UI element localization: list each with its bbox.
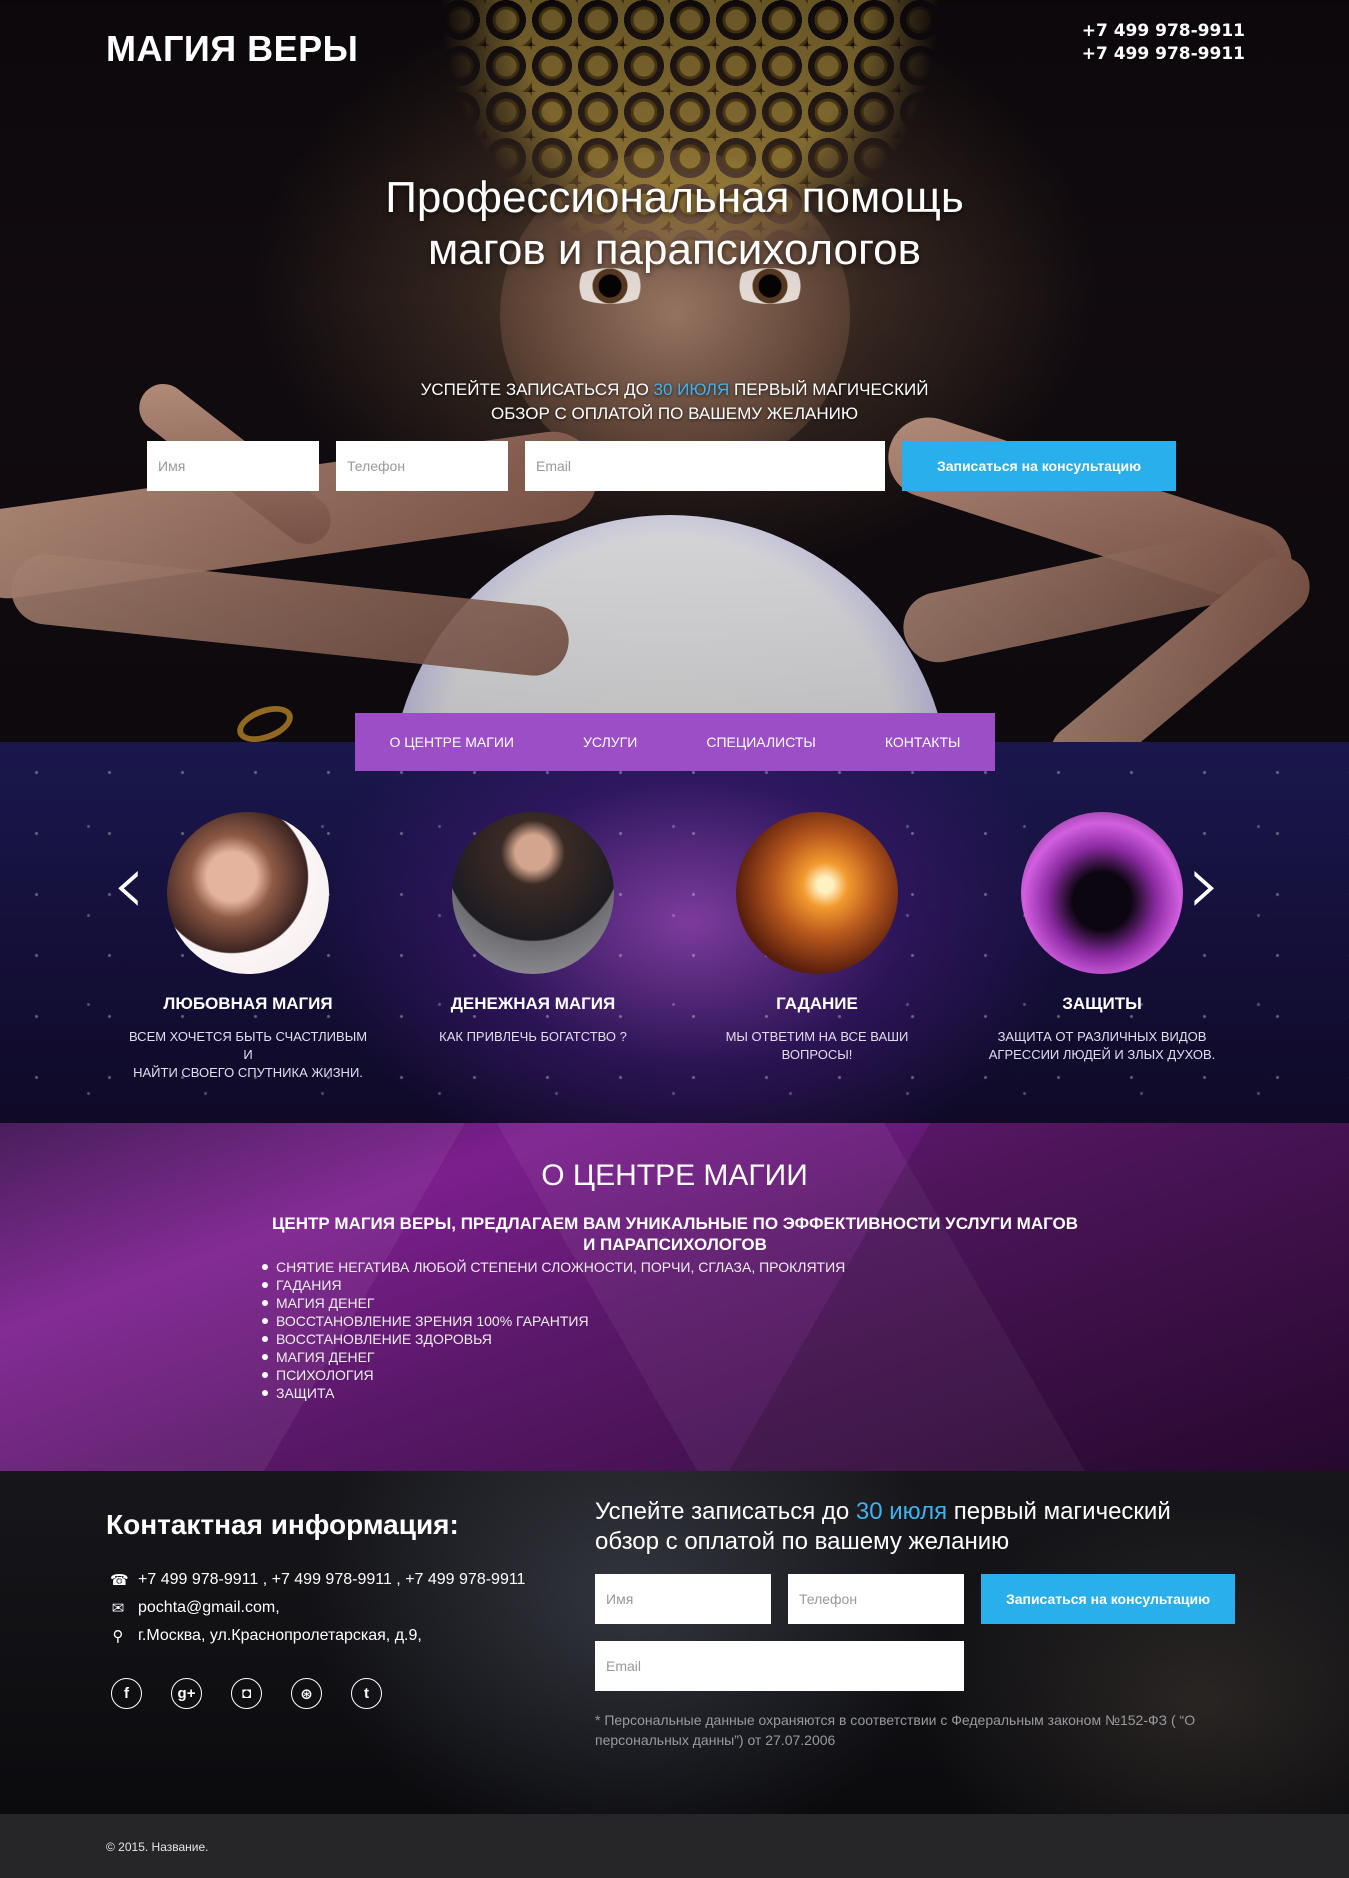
copyright: © 2015. Название. <box>106 1840 209 1854</box>
service-title: ЛЮБОВНАЯ МАГИЯ <box>163 994 333 1013</box>
header-phone-2[interactable]: +7 499 978-9911 <box>1082 43 1245 66</box>
offer-text-start: Успейте записаться до <box>420 380 654 399</box>
footer: © 2015. Название. <box>0 1814 1349 1878</box>
service-description: КАК ПРИВЛЕЧЬ БОГАТСТВО ? <box>439 1029 627 1044</box>
services-section: ‹ › ЛЮБОВНАЯ МАГИЯ ВСЕМ ХОЧЕТСЯ БЫТЬ СЧА… <box>0 742 1349 1123</box>
service-title: ДЕНЕЖНАЯ МАГИЯ <box>450 994 616 1013</box>
service-protection-image <box>1021 812 1183 974</box>
contact-title: Контактная информация: <box>106 1509 459 1540</box>
main-nav: О ЦЕНТРЕ МАГИИ УСЛУГИ СПЕЦИАЛИСТЫ КОНТАК… <box>355 713 995 771</box>
mail-icon: ✉ <box>111 1600 125 1617</box>
contact-phones: ☎ +7 499 978-9911 , +7 499 978-9911 , +7… <box>110 1571 525 1589</box>
list-item: ЗАЩИТА <box>276 1384 845 1402</box>
contact-address: ⚲ г.Москва, ул.Краснопролетарская, д.9, <box>110 1627 422 1645</box>
service-title: ГАДАНИЕ <box>776 994 858 1013</box>
list-item: СНЯТИЕ НЕГАТИВА ЛЮБОЙ СТЕПЕНИ СЛОЖНОСТИ,… <box>276 1259 846 1275</box>
hero-title-line2: магов и парапсихологов <box>428 225 921 274</box>
hero-submit-button[interactable]: Записаться на консультацию <box>902 441 1176 491</box>
phone-icon: ☎ <box>110 1572 129 1589</box>
list-item: ГАДАНИЯ <box>276 1276 845 1294</box>
list-item: МАГИЯ ДЕНЕГ <box>276 1294 845 1312</box>
service-description: ВСЕМ ХОЧЕТСЯ БЫТЬ СЧАСТЛИВЫМ И НАЙТИ СВОЕ… <box>128 1029 368 1080</box>
hero-title-line1: Профессиональная помощь <box>385 173 964 222</box>
service-card-protection[interactable]: ЗАЩИТЫ ЗАЩИТА ОТ РАЗЛИЧНЫХ ВИДОВ АГРЕССИИ… <box>977 812 1227 1064</box>
nav-item-about[interactable]: О ЦЕНТРЕ МАГИИ <box>390 734 514 750</box>
service-description: МЫ ОТВЕТИМ НА ВСЕ ВАШИ ВОПРОСЫ! <box>725 1029 909 1062</box>
service-love-image <box>167 812 329 974</box>
hero-section: МАГИЯ ВЕРЫ +7 499 978-9911 +7 499 978-99… <box>0 0 1349 742</box>
hero-title: Профессиональная помощь магов и парапсих… <box>0 172 1349 276</box>
hero-overlay <box>0 0 1349 742</box>
service-title: ЗАЩИТЫ <box>1062 994 1142 1013</box>
contact-name-input[interactable]: Имя <box>595 1574 771 1624</box>
nav-item-contacts[interactable]: КОНТАКТЫ <box>885 734 961 750</box>
privacy-note: * Персональные данные охраняются в соотв… <box>595 1712 1196 1748</box>
service-card-love[interactable]: ЛЮБОВНАЯ МАГИЯ ВСЕМ ХОЧЕТСЯ БЫТЬ СЧАСТЛИ… <box>123 812 373 1082</box>
offer-date: 30 июля <box>653 380 730 399</box>
offer-text-line2: обзор с оплатой по вашему желанию <box>490 404 859 423</box>
hero-email-input[interactable]: Email <box>525 441 885 491</box>
list-item: ПСИХОЛОГИЯ <box>276 1366 845 1384</box>
hero-name-input[interactable]: Имя <box>147 441 319 491</box>
list-item: ВОССТАНОВЛЕНИЕ ЗРЕНИЯ 100% ГАРАНТИЯ <box>276 1312 845 1330</box>
contact-email-text[interactable]: pochta@gmail.com, <box>138 1599 280 1617</box>
about-section: О ЦЕНТРЕ МАГИИ ЦЕНТР МАГИЯ ВЕРЫ, ПРЕДЛАГ… <box>0 1123 1349 1471</box>
list-item: МАГИЯ ДЕНЕГ <box>276 1348 845 1366</box>
header-phones: +7 499 978-9911 +7 499 978-9911 <box>1082 20 1245 66</box>
contact-phones-text[interactable]: +7 499 978-9911 , +7 499 978-9911 , +7 4… <box>138 1571 525 1589</box>
contact-email-input[interactable]: Email <box>595 1641 964 1691</box>
site-logo[interactable]: МАГИЯ ВЕРЫ <box>106 28 358 70</box>
about-lead: ЦЕНТР МАГИЯ ВЕРЫ, ПРЕДЛАГАЕМ ВАМ УНИКАЛЬ… <box>271 1214 1079 1254</box>
landing-page: МАГИЯ ВЕРЫ +7 499 978-9911 +7 499 978-99… <box>0 0 1349 1878</box>
contact-offer-text: Успейте записаться до 30 июля первый маг… <box>595 1497 1235 1557</box>
about-services-list: СНЯТИЕ НЕГАТИВА ЛЮБОЙ СТЕПЕНИ СЛОЖНОСТИ,… <box>276 1258 845 1402</box>
about-title: О ЦЕНТРЕ МАГИИ <box>541 1159 808 1192</box>
twitter-icon[interactable]: t <box>351 1678 382 1709</box>
offer-text-end: первый магический <box>729 380 929 399</box>
service-card-money[interactable]: ДЕНЕЖНАЯ МАГИЯ КАК ПРИВЛЕЧЬ БОГАТСТВО ? <box>408 812 658 1046</box>
contact-section: Контактная информация: ☎ +7 499 978-9911… <box>0 1471 1349 1814</box>
service-money-image <box>452 812 614 974</box>
service-description: ЗАЩИТА ОТ РАЗЛИЧНЫХ ВИДОВ АГРЕССИИ ЛЮДЕЙ … <box>988 1029 1216 1062</box>
contact-phone-input[interactable]: Телефон <box>788 1574 964 1624</box>
hero-offer-text: Успейте записаться до 30 июля первый маг… <box>0 378 1349 426</box>
list-item: ВОССТАНОВЛЕНИЕ ЗДОРОВЬЯ <box>276 1330 845 1348</box>
google-plus-icon[interactable]: g+ <box>171 1678 202 1709</box>
service-card-divination[interactable]: ГАДАНИЕ МЫ ОТВЕТИМ НА ВСЕ ВАШИ ВОПРОСЫ! <box>692 812 942 1064</box>
nav-item-services[interactable]: УСЛУГИ <box>583 734 637 750</box>
dribbble-icon[interactable]: ⊛ <box>291 1678 322 1709</box>
offer-text-start: Успейте записаться до <box>595 1498 856 1525</box>
contact-address-text: г.Москва, ул.Краснопролетарская, д.9, <box>138 1627 422 1644</box>
nav-item-specialists[interactable]: СПЕЦИАЛИСТЫ <box>706 734 815 750</box>
map-pin-icon: ⚲ <box>112 1628 124 1645</box>
contact-email: ✉ pochta@gmail.com, <box>110 1599 280 1617</box>
contact-submit-button[interactable]: Записаться на консультацию <box>981 1574 1235 1624</box>
service-divination-image <box>736 812 898 974</box>
header-phone-1[interactable]: +7 499 978-9911 <box>1082 20 1245 43</box>
offer-date: 30 июля <box>855 1498 948 1525</box>
hero-phone-input[interactable]: Телефон <box>336 441 508 491</box>
instagram-icon[interactable]: ◘ <box>231 1678 262 1709</box>
facebook-icon[interactable]: f <box>111 1678 142 1709</box>
